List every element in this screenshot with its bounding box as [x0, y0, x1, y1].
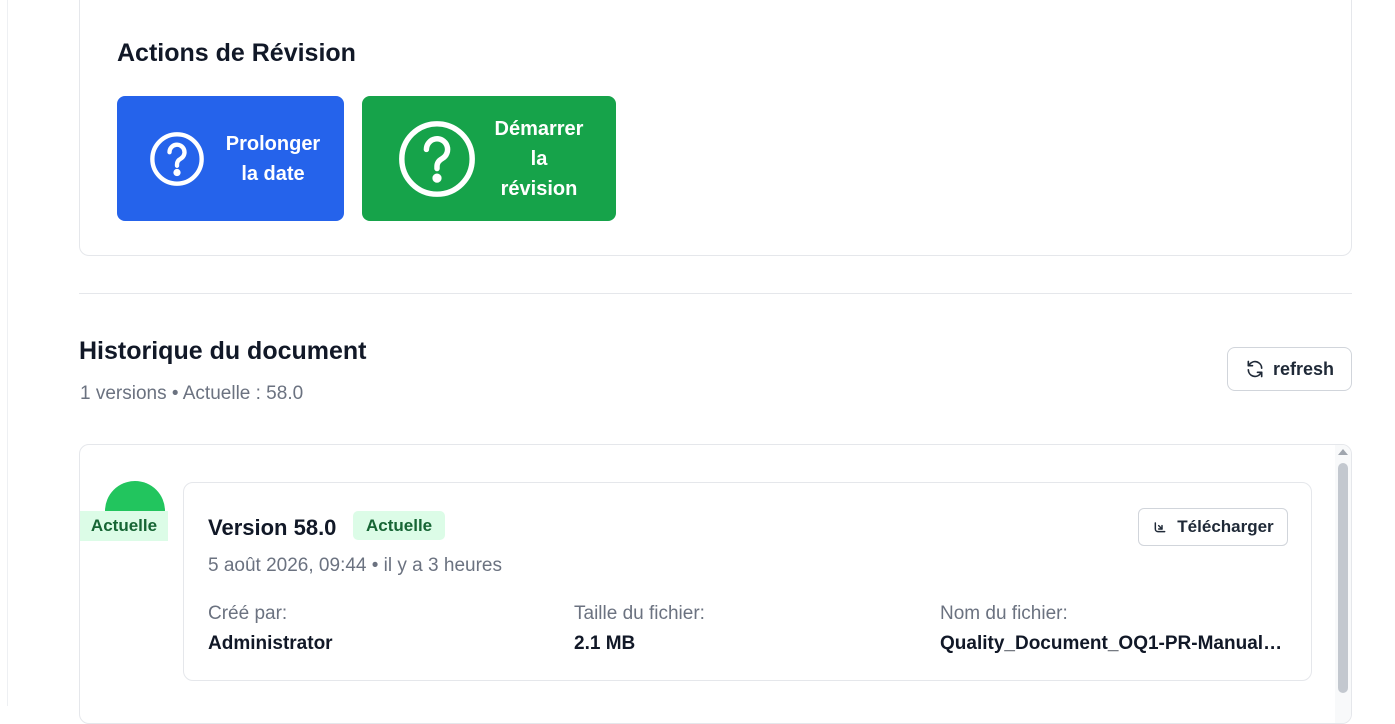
version-timeline: Actuelle Version 58.0 Actuelle 5 août 20…: [79, 444, 1352, 724]
version-current-badge: Actuelle: [353, 511, 446, 540]
created-by-label: Créé par:: [208, 603, 288, 624]
left-rail: [0, 0, 8, 706]
timeline-current-badge: Actuelle: [80, 511, 168, 541]
download-label: Télécharger: [1177, 517, 1274, 536]
extend-date-button[interactable]: Prolonger la date: [117, 96, 344, 221]
file-size-field: Taille du fichier: 2.1 MB: [574, 603, 894, 655]
refresh-label: refresh: [1272, 358, 1335, 379]
question-circle-icon: [399, 120, 475, 197]
question-circle-icon: [150, 131, 204, 186]
review-actions-title: Actions de Révision: [117, 39, 356, 67]
file-name-value: Quality_Document_OQ1-PR-Manual.pdf: [940, 633, 1285, 654]
review-actions-card: Actions de Révision Prolonger la date Dé…: [79, 0, 1352, 256]
history-title: Historique du document: [79, 337, 367, 365]
section-divider: [79, 293, 1352, 294]
history-meta: 1 versions • Actuelle : 58.0: [80, 383, 304, 404]
created-by-value: Administrator: [208, 633, 333, 654]
created-by-field: Créé par: Administrator: [208, 603, 528, 655]
start-review-button[interactable]: Démarrer la révision: [362, 96, 616, 221]
version-card: Version 58.0 Actuelle 5 août 2026, 09:44…: [183, 482, 1312, 681]
extend-date-label: Prolonger la date: [225, 132, 321, 185]
refresh-button[interactable]: refresh: [1227, 347, 1352, 391]
file-name-label: Nom du fichier:: [940, 603, 1068, 624]
file-size-label: Taille du fichier:: [574, 603, 705, 624]
file-size-value: 2.1 MB: [574, 633, 636, 654]
version-title: Version 58.0: [208, 515, 337, 540]
scroll-up-arrow[interactable]: [1338, 449, 1348, 455]
file-name-field: Nom du fichier: Quality_Document_OQ1-PR-…: [940, 603, 1285, 655]
download-icon: [1154, 522, 1166, 533]
refresh-icon: [1247, 360, 1263, 378]
start-review-label: Démarrer la révision: [494, 117, 584, 200]
version-date: 5 août 2026, 09:44 • il y a 3 heures: [208, 555, 502, 576]
scrollbar-thumb[interactable]: [1338, 463, 1348, 693]
download-button[interactable]: Télécharger: [1138, 508, 1288, 546]
